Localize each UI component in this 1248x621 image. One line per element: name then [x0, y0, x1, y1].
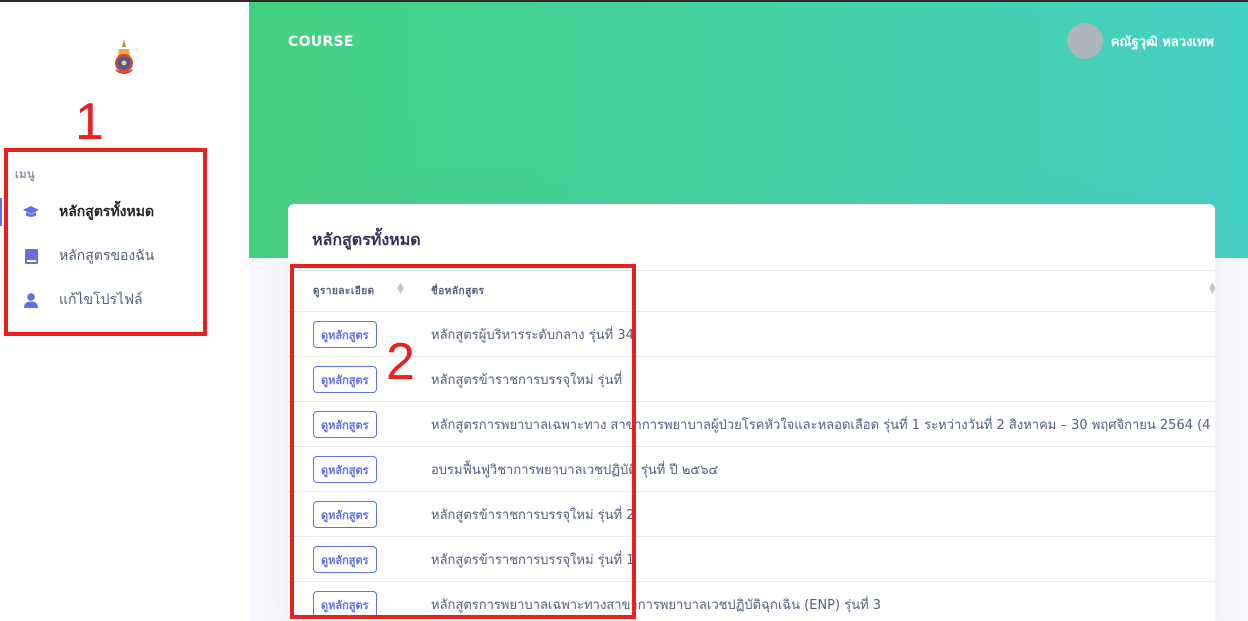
window-top-border	[0, 0, 1248, 2]
avatar[interactable]	[1066, 23, 1103, 59]
annotation-label-1: 1	[75, 93, 104, 151]
annotation-label-2: 2	[386, 333, 415, 391]
brand-title[interactable]: COURSE	[288, 34, 354, 50]
user-name[interactable]: คณัฐวุฒิ หลวงเทพ	[1111, 31, 1214, 52]
sort-icon[interactable]: ▲ ▼	[1209, 282, 1215, 296]
institution-logo[interactable]	[111, 37, 137, 77]
annotation-box-2	[290, 264, 636, 619]
annotation-box-1	[4, 148, 207, 336]
user-menu[interactable]: คณัฐวุฒิ หลวงเทพ	[1066, 23, 1214, 59]
card-title: หลักสูตรทั้งหมด	[312, 230, 421, 249]
